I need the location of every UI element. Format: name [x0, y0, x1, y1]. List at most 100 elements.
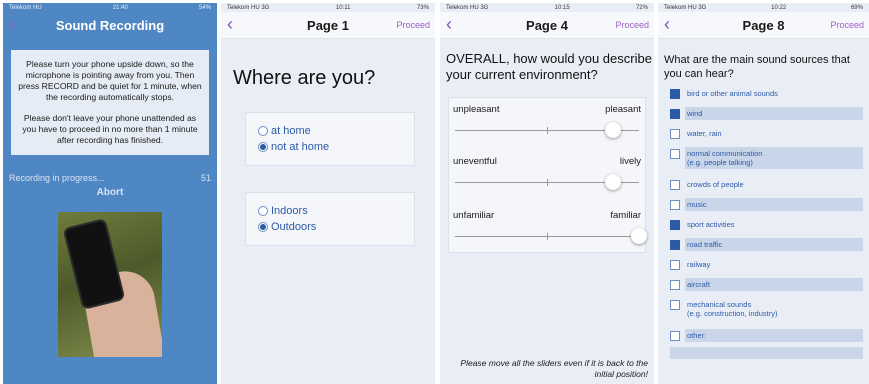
question-text: OVERALL, how would you describe your cur…	[446, 51, 652, 82]
question-text: What are the main sound sources that you…	[664, 54, 850, 80]
checkbox-label: bird or other animal sounds	[685, 87, 863, 100]
phone-shape	[62, 217, 126, 311]
battery-label: 73%	[416, 4, 429, 11]
checkbox-label-text: wind	[687, 109, 703, 118]
checkbox-label-text: music	[687, 200, 707, 209]
checkbox-option[interactable]: normal communication (e.g. people talking…	[670, 147, 863, 171]
checkbox-label-text: railway	[687, 260, 711, 269]
slider-thumb[interactable]	[631, 228, 647, 244]
back-chevron-icon[interactable]: ‹	[446, 15, 452, 33]
checkbox-label-text: normal communication	[687, 149, 763, 158]
radio-circle-icon	[258, 126, 268, 136]
page-8-screen: Telekom HU 3G 10:22 69% ‹ Page 8 Proceed…	[658, 3, 869, 384]
page-title: Page 4	[526, 17, 568, 33]
checkbox-option[interactable]: crowds of people	[670, 178, 863, 191]
radio-option-indoors[interactable]: Indoors	[258, 205, 402, 217]
slider-thumb[interactable]	[605, 122, 622, 138]
checkbox-empty-icon[interactable]	[670, 129, 680, 139]
carrier-label: Telekom HU 3G	[446, 4, 489, 11]
back-chevron-icon[interactable]: ‹	[227, 15, 233, 33]
page-title: Sound Recording	[55, 17, 165, 33]
phone-in-hand-photo	[58, 212, 162, 357]
nav-bar: ‹ Page 4 Proceed	[440, 12, 654, 39]
checkbox-sublabel-text: (e.g. construction, industry)	[687, 309, 778, 318]
checkbox-label-text: water, rain	[687, 129, 722, 138]
checkbox-label: other:	[685, 329, 863, 342]
nav-bar: ‹ Sound Recording	[3, 12, 217, 38]
checkbox-label: sport activities	[685, 218, 863, 231]
other-text-input[interactable]	[670, 347, 863, 359]
checkbox-empty-icon[interactable]	[670, 149, 680, 159]
battery-label: 54%	[198, 4, 211, 11]
status-bar: Telekom HU 3G 10:22 69%	[658, 3, 869, 12]
slider-thumb[interactable]	[605, 174, 622, 190]
checkbox-label: road traffic	[685, 238, 863, 251]
checkbox-option[interactable]: sport activities	[670, 218, 863, 231]
slider-track[interactable]	[455, 233, 639, 240]
radio-circle-icon	[258, 206, 268, 216]
recording-progress: Recording in progress... 51	[9, 173, 211, 183]
slider-max-label: lively	[619, 156, 641, 167]
checkbox-label-text: other:	[687, 331, 707, 340]
status-bar: Telekom HU 3G 10:15 72%	[440, 3, 654, 12]
slider-row-eventfulness: uneventful lively	[449, 156, 645, 196]
carrier-label: Telekom HU 3G	[227, 4, 270, 11]
proceed-button[interactable]: Proceed	[396, 20, 430, 30]
nav-bar: ‹ Page 8 Proceed	[658, 12, 869, 39]
radio-selected-icon	[258, 142, 268, 152]
checkbox-empty-icon[interactable]	[670, 180, 680, 190]
status-bar: Telekom HU 3G 10:11 73%	[221, 3, 435, 12]
instruction-text: Please don't leave your phone unattended…	[22, 113, 198, 145]
checkbox-checked-icon[interactable]	[670, 109, 680, 119]
checkbox-label-text: bird or other animal sounds	[687, 89, 778, 98]
radio-option-outdoors[interactable]: Outdoors	[258, 221, 402, 233]
slider-max-label: familiar	[610, 210, 641, 221]
checkbox-label: wind	[685, 107, 863, 120]
checkbox-option[interactable]: railway	[670, 258, 863, 271]
clock-label: 10:22	[771, 4, 787, 11]
proceed-button[interactable]: Proceed	[615, 20, 649, 30]
checkbox-empty-icon[interactable]	[670, 260, 680, 270]
checkbox-option[interactable]: wind	[670, 107, 863, 120]
radio-option-at-home[interactable]: at home	[258, 125, 402, 137]
checkbox-option[interactable]: water, rain	[670, 127, 863, 140]
question-text: Where are you?	[233, 67, 376, 89]
sliders-panel: unpleasant pleasant uneventful lively un…	[448, 97, 647, 253]
checkbox-label: music	[685, 198, 863, 211]
checkbox-option[interactable]: other:	[670, 329, 863, 342]
checkbox-empty-icon[interactable]	[670, 280, 680, 290]
checkbox-empty-icon[interactable]	[670, 300, 680, 310]
checkbox-empty-icon[interactable]	[670, 200, 680, 210]
slider-min-label: unfamiliar	[453, 210, 495, 221]
checkbox-label-text: crowds of people	[687, 180, 744, 189]
checkbox-label: mechanical sounds (e.g. construction, ind…	[685, 298, 863, 320]
checkbox-label: normal communication (e.g. people talking…	[685, 147, 863, 169]
slider-row-pleasantness: unpleasant pleasant	[449, 104, 645, 144]
sound-recording-screen: Telekom HU 21:40 54% ‹ Sound Recording P…	[3, 3, 217, 384]
checkbox-checked-icon[interactable]	[670, 89, 680, 99]
abort-button[interactable]: Abort	[3, 187, 217, 198]
checkbox-option[interactable]: road traffic	[670, 238, 863, 251]
checkbox-label-text: sport activities	[687, 220, 735, 229]
back-chevron-icon[interactable]: ‹	[9, 15, 15, 33]
slider-min-label: unpleasant	[453, 104, 500, 115]
checkbox-label: aircraft	[685, 278, 863, 291]
nav-bar: ‹ Page 1 Proceed	[221, 12, 435, 39]
page-1-screen: Telekom HU 3G 10:11 73% ‹ Page 1 Proceed…	[221, 3, 435, 384]
location-radio-group: at home not at home	[245, 112, 415, 166]
clock-label: 10:11	[335, 4, 351, 11]
checkbox-option[interactable]: aircraft	[670, 278, 863, 291]
checkbox-option[interactable]: bird or other animal sounds	[670, 87, 863, 100]
checkbox-option[interactable]: music	[670, 198, 863, 211]
checkbox-option[interactable]: mechanical sounds (e.g. construction, ind…	[670, 298, 863, 322]
back-chevron-icon[interactable]: ‹	[664, 15, 670, 33]
instruction-text: Please turn your phone upside down, so t…	[18, 59, 202, 102]
checkbox-label: railway	[685, 258, 863, 271]
checkbox-checked-icon[interactable]	[670, 220, 680, 230]
slider-midpoint-tick	[547, 127, 548, 134]
checkbox-empty-icon[interactable]	[670, 331, 680, 341]
slider-max-label: pleasant	[605, 104, 641, 115]
checkbox-checked-icon[interactable]	[670, 240, 680, 250]
radio-option-not-at-home[interactable]: not at home	[258, 141, 402, 153]
proceed-button[interactable]: Proceed	[830, 20, 864, 30]
